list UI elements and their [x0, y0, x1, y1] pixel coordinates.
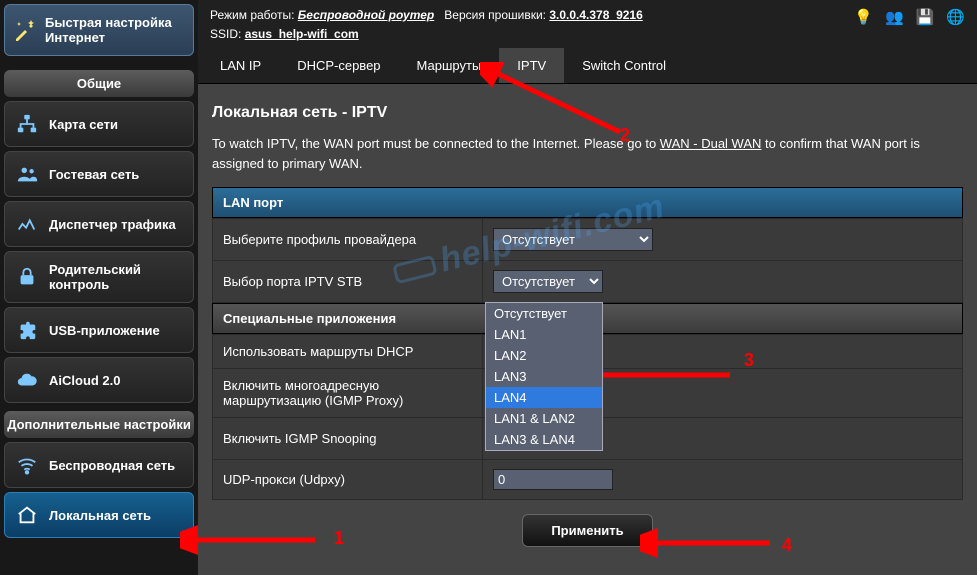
tabs: LAN IP DHCP-сервер Маршруты IPTV Switch … — [198, 48, 977, 84]
fw-value[interactable]: 3.0.0.4.378_9216 — [549, 8, 642, 22]
section-general: Общие — [4, 70, 194, 97]
section-advanced: Дополнительные настройки — [4, 411, 194, 438]
home-icon — [15, 503, 39, 527]
stb-option[interactable]: Отсутствует — [486, 303, 602, 324]
cloud-icon — [15, 368, 39, 392]
ssid-value[interactable]: asus_help-wifi_com — [245, 27, 359, 41]
guest-icon — [15, 162, 39, 186]
udpxy-label: UDP-прокси (Udpxy) — [213, 460, 483, 500]
globe-icon[interactable]: 🌐 — [946, 8, 965, 26]
menu-label: Беспроводная сеть — [49, 458, 175, 473]
ssid-label: SSID: — [210, 27, 241, 41]
topbar: Режим работы: Беспроводной роутер Версия… — [198, 0, 977, 48]
sidebar-item-traffic[interactable]: Диспетчер трафика — [4, 201, 194, 247]
igmp-snoop-label: Включить IGMP Snooping — [213, 418, 483, 460]
sidebar-item-wireless[interactable]: Беспроводная сеть — [4, 442, 194, 488]
users-icon[interactable]: 👥 — [885, 8, 904, 26]
network-map-icon — [15, 112, 39, 136]
stb-port-dropdown[interactable]: ОтсутствуетLAN1LAN2LAN3LAN4LAN1 & LAN2LA… — [485, 302, 603, 451]
menu-label: Диспетчер трафика — [49, 217, 176, 232]
mode-value[interactable]: Беспроводной роутер — [298, 8, 434, 22]
menu-label: Родительский контроль — [49, 262, 183, 292]
sidebar-item-network-map[interactable]: Карта сети — [4, 101, 194, 147]
menu-label: AiCloud 2.0 — [49, 373, 121, 388]
tab-lanip[interactable]: LAN IP — [202, 48, 279, 83]
sidebar-item-guest[interactable]: Гостевая сеть — [4, 151, 194, 197]
stb-option[interactable]: LAN1 & LAN2 — [486, 408, 602, 429]
menu-label: Гостевая сеть — [49, 167, 139, 182]
page-title: Локальная сеть - IPTV — [212, 96, 963, 134]
menu-label: USB-приложение — [49, 323, 160, 338]
traffic-icon — [15, 212, 39, 236]
quick-internet-setup[interactable]: Быстрая настройка Интернет — [4, 4, 194, 56]
sidebar-item-lan[interactable]: Локальная сеть — [4, 492, 194, 538]
tab-routes[interactable]: Маршруты — [399, 48, 500, 83]
igmp-proxy-label: Включить многоадресную маршрутизацию (IG… — [213, 369, 483, 418]
usb-status-icon[interactable]: 💾 — [916, 8, 935, 26]
sidebar-item-aicloud[interactable]: AiCloud 2.0 — [4, 357, 194, 403]
sidebar-item-usb[interactable]: USB-приложение — [4, 307, 194, 353]
stb-option[interactable]: LAN3 — [486, 366, 602, 387]
udpxy-input[interactable] — [493, 469, 613, 490]
stb-option[interactable]: LAN4 — [486, 387, 602, 408]
isp-profile-select[interactable]: Отсутствует — [493, 228, 653, 251]
tab-iptv[interactable]: IPTV — [499, 48, 564, 83]
apply-button[interactable]: Применить — [522, 514, 652, 547]
stb-port-select[interactable]: Отсутствует — [493, 270, 603, 293]
isp-profile-label: Выберите профиль провайдера — [213, 219, 483, 261]
menu-label: Карта сети — [49, 117, 118, 132]
wifi-icon — [15, 453, 39, 477]
sidebar-item-parental[interactable]: Родительский контроль — [4, 251, 194, 303]
bulb-icon[interactable]: 💡 — [854, 8, 873, 26]
stb-option[interactable]: LAN3 & LAN4 — [486, 429, 602, 450]
mode-label: Режим работы: — [210, 8, 294, 22]
page-description: To watch IPTV, the WAN port must be conn… — [212, 134, 963, 187]
wand-icon — [13, 18, 37, 42]
stb-option[interactable]: LAN1 — [486, 324, 602, 345]
stb-option[interactable]: LAN2 — [486, 345, 602, 366]
wan-dualwan-link[interactable]: WAN - Dual WAN — [660, 136, 762, 151]
panel-lan-port: LAN порт — [212, 187, 963, 218]
puzzle-icon — [15, 318, 39, 342]
fw-label: Версия прошивки: — [444, 8, 546, 22]
stb-port-label: Выбор порта IPTV STB — [213, 261, 483, 303]
quick-setup-label: Быстрая настройка Интернет — [45, 15, 185, 45]
tab-dhcp[interactable]: DHCP-сервер — [279, 48, 398, 83]
tab-switch[interactable]: Switch Control — [564, 48, 684, 83]
dhcp-routes-label: Использовать маршруты DHCP — [213, 335, 483, 369]
lock-icon — [15, 265, 39, 289]
menu-label: Локальная сеть — [49, 508, 151, 523]
